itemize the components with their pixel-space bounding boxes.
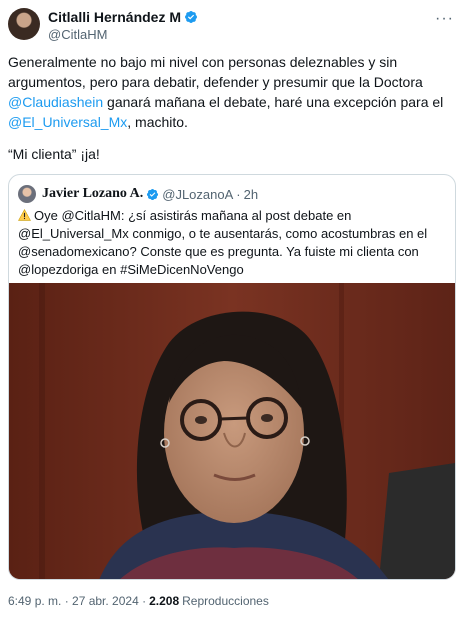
warning-icon <box>18 209 31 221</box>
quoted-author-handle[interactable]: @JLozanoA <box>162 187 233 202</box>
tweet-timestamp[interactable]: 6:49 p. m. · 27 abr. 2024 · <box>8 594 146 608</box>
author-name-row[interactable]: Citlalli Hernández M <box>48 9 198 25</box>
tweet-text-part2: ganará mañana el debate, haré una excepc… <box>103 94 444 110</box>
views-label: Reproducciones <box>182 594 269 608</box>
quoted-author-name[interactable]: Javier Lozano A. <box>42 186 143 202</box>
tweet-text-part3: , machito. <box>127 114 188 130</box>
verified-badge-icon <box>147 188 159 200</box>
quoted-tweet-time[interactable]: 2h <box>244 187 258 202</box>
quoted-tweet-header: Javier Lozano A. @JLozanoA · 2h <box>18 185 258 203</box>
quoted-tweet-body: Oye @CitlaHM: ¿sí asistirás mañana al po… <box>18 208 428 277</box>
tweet-text-line2: “Mi clienta” ¡ja! <box>8 146 100 162</box>
quoted-author-avatar[interactable] <box>18 185 36 203</box>
more-icon[interactable]: ··· <box>435 10 454 28</box>
tweet-header: Citlalli Hernández M @CitlaHM ··· <box>8 8 458 44</box>
tweet-text: Generalmente no bajo mi nivel con person… <box>8 52 454 132</box>
quoted-tweet-text: Oye @CitlaHM: ¿sí asistirás mañana al po… <box>18 207 446 279</box>
mention-link[interactable]: @Claudiashein <box>8 94 103 110</box>
verified-badge-icon <box>185 11 198 23</box>
views-count: 2.208 <box>149 594 180 608</box>
author-avatar[interactable] <box>8 8 40 40</box>
tweet-footer: 6:49 p. m. · 27 abr. 2024 · 2.208 Reprod… <box>8 594 269 608</box>
quoted-tweet[interactable]: Javier Lozano A. @JLozanoA · 2h Oye @Cit… <box>8 174 456 580</box>
author-handle[interactable]: @CitlaHM <box>48 27 107 42</box>
photo-illustration <box>9 283 455 579</box>
mention-link[interactable]: @El_Universal_Mx <box>8 114 127 130</box>
tweet-text-part1: Generalmente no bajo mi nivel con person… <box>8 54 423 90</box>
author-name[interactable]: Citlalli Hernández M <box>48 9 181 25</box>
quoted-tweet-photo[interactable] <box>9 283 455 579</box>
separator-dot: · <box>236 186 241 202</box>
